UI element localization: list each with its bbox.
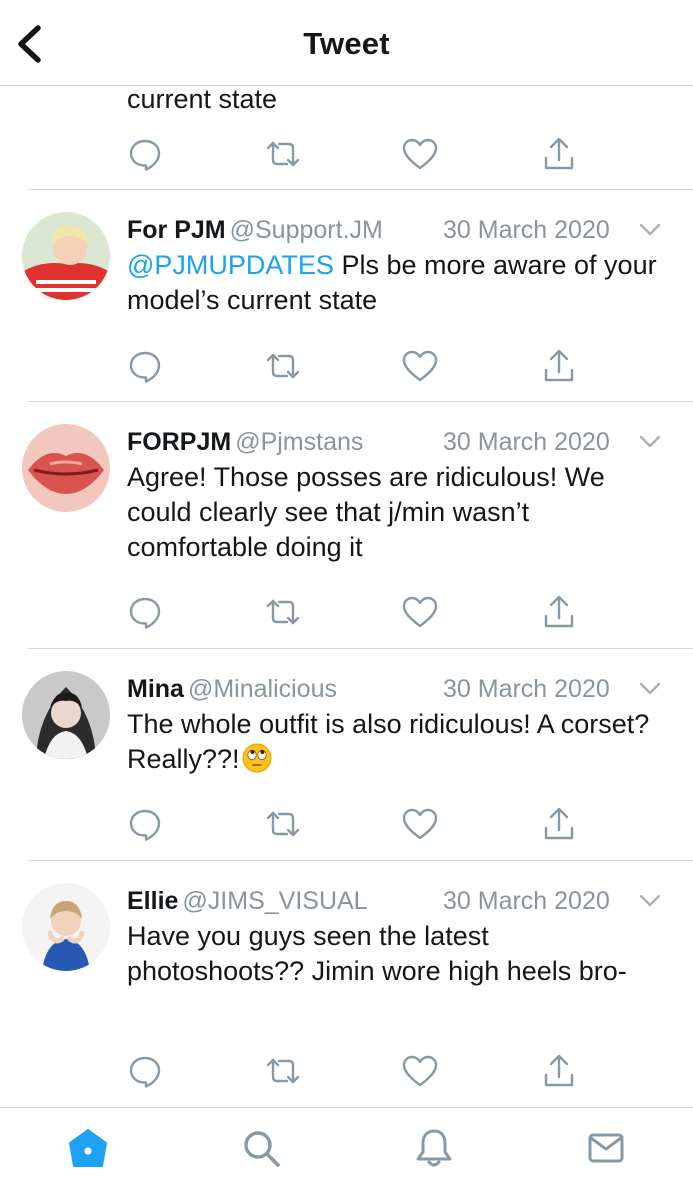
heart-icon	[402, 808, 438, 840]
display-name[interactable]: FORPJM	[127, 428, 231, 456]
avatar[interactable]	[22, 424, 110, 512]
tweet-date[interactable]: 30 March 2020	[443, 214, 610, 246]
tab-search[interactable]	[235, 1122, 287, 1174]
avatar[interactable]	[22, 212, 110, 300]
retweet-button[interactable]	[263, 804, 303, 844]
tweet-meta: FORPJM @Pjmstans 30 March 2020	[127, 426, 693, 458]
reply-button[interactable]	[125, 346, 165, 386]
tweet-item[interactable]: Mina @Minalicious 30 March 2020 The whole…	[0, 649, 693, 860]
reply-icon	[129, 351, 161, 383]
tweet-actions	[0, 346, 693, 386]
tweet-actions	[0, 592, 693, 632]
notifications-icon	[416, 1129, 452, 1167]
chevron-down-icon[interactable]	[639, 893, 661, 909]
user-photo	[22, 671, 110, 759]
previous-tweet-text: current state	[127, 84, 278, 114]
heart-icon	[402, 138, 438, 170]
retweet-icon	[266, 353, 300, 379]
avatar[interactable]	[22, 883, 110, 971]
share-button[interactable]	[539, 804, 579, 844]
tweet-meta: For PJM @Support.JM 30 March 2020	[127, 214, 693, 246]
reply-icon	[129, 139, 161, 171]
reply-button[interactable]	[125, 134, 165, 174]
retweet-button[interactable]	[263, 592, 303, 632]
bottom-tab-bar	[0, 1107, 693, 1200]
mention-link[interactable]: @PJMUPDATES	[127, 250, 334, 280]
page-title: Tweet	[303, 26, 390, 61]
heart-icon	[402, 596, 438, 628]
retweet-icon	[266, 141, 300, 167]
user-photo	[22, 424, 110, 512]
tweet-item[interactable]: Ellie @JIMS_VISUAL 30 March 2020 Have you…	[0, 861, 693, 1107]
user-handle[interactable]: @Support.JM	[230, 216, 383, 244]
heart-icon	[402, 350, 438, 382]
share-button[interactable]	[539, 1051, 579, 1091]
user-photo	[22, 883, 110, 971]
tweet-text: Have you guys seen the latest photoshoot…	[127, 921, 627, 986]
tweet-item[interactable]: FORPJM @Pjmstans 30 March 2020 Agree! Tho…	[0, 402, 693, 648]
retweet-button[interactable]	[263, 134, 303, 174]
previous-tweet-actions	[0, 134, 693, 174]
heart-icon	[402, 1055, 438, 1087]
tweet-date[interactable]: 30 March 2020	[443, 885, 610, 917]
tweet-actions	[0, 804, 693, 844]
display-name[interactable]: Ellie	[127, 887, 178, 915]
chevron-down-icon[interactable]	[639, 681, 661, 697]
tweet-date[interactable]: 30 March 2020	[443, 426, 610, 458]
share-button[interactable]	[539, 134, 579, 174]
reply-icon	[129, 1056, 161, 1088]
share-button[interactable]	[539, 592, 579, 632]
tweet-meta: Ellie @JIMS_VISUAL 30 March 2020	[127, 885, 693, 917]
tab-home[interactable]	[62, 1122, 114, 1174]
tweet-item[interactable]: For PJM @Support.JM 30 March 2020 @PJMUPD…	[0, 190, 693, 402]
tab-messages[interactable]	[580, 1122, 632, 1174]
messages-icon	[588, 1133, 624, 1163]
tweet-text: @PJMUPDATES Pls be more aware of your mo…	[127, 248, 667, 318]
user-photo	[22, 212, 110, 300]
retweet-button[interactable]	[263, 346, 303, 386]
like-button[interactable]	[400, 346, 440, 386]
tweet-date[interactable]: 30 March 2020	[443, 673, 610, 705]
home-icon	[69, 1129, 107, 1167]
reply-button[interactable]	[125, 804, 165, 844]
share-icon	[544, 137, 574, 170]
avatar[interactable]	[22, 671, 110, 759]
display-name[interactable]: Mina	[127, 675, 184, 703]
retweet-icon	[266, 599, 300, 625]
chevron-down-icon[interactable]	[639, 222, 661, 238]
like-button[interactable]	[400, 804, 440, 844]
chevron-down-icon[interactable]	[639, 434, 661, 450]
share-icon	[544, 807, 574, 840]
share-icon	[544, 595, 574, 628]
tweet-text: Agree! Those posses are ridiculous! We c…	[127, 462, 605, 562]
reply-icon	[129, 597, 161, 629]
top-nav-bar: Tweet	[0, 0, 693, 86]
retweet-icon	[266, 811, 300, 837]
like-button[interactable]	[400, 1051, 440, 1091]
retweet-icon	[266, 1058, 300, 1084]
tweet-text: The whole outfit is also ridiculous! A c…	[127, 707, 667, 777]
tab-notifications[interactable]	[408, 1122, 460, 1174]
user-handle[interactable]: @Pjmstans	[235, 428, 363, 456]
reply-icon	[129, 809, 161, 841]
like-button[interactable]	[400, 134, 440, 174]
eye-roll-emoji-icon	[242, 743, 272, 773]
user-handle[interactable]: @Minalicious	[188, 675, 337, 703]
display-name[interactable]: For PJM	[127, 216, 226, 244]
user-handle[interactable]: @JIMS_VISUAL	[182, 887, 367, 915]
share-icon	[544, 349, 574, 382]
reply-button[interactable]	[125, 1051, 165, 1091]
tweet-actions	[0, 1051, 693, 1091]
share-button[interactable]	[539, 346, 579, 386]
tweet-text-content: The whole outfit is also ridiculous! A c…	[127, 709, 650, 774]
tweet-meta: Mina @Minalicious 30 March 2020	[127, 673, 693, 705]
search-icon	[244, 1131, 280, 1167]
share-icon	[544, 1054, 574, 1087]
like-button[interactable]	[400, 592, 440, 632]
reply-button[interactable]	[125, 592, 165, 632]
retweet-button[interactable]	[263, 1051, 303, 1091]
